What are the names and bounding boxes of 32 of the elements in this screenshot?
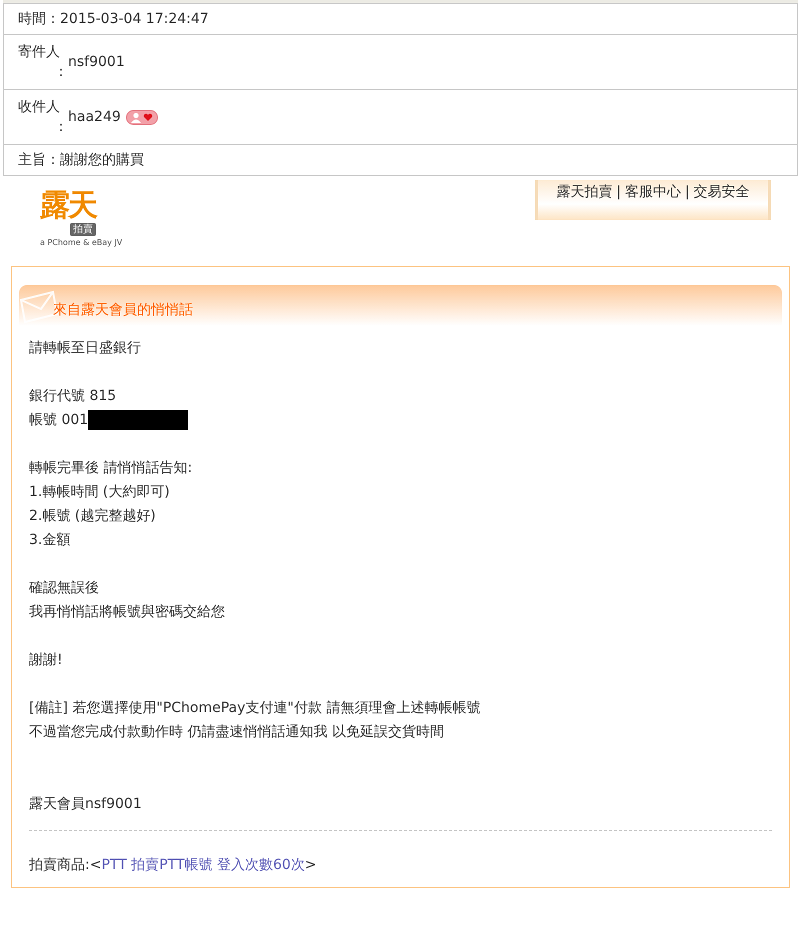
field-value: nsf9001 <box>68 53 125 71</box>
item-line: 拍賣商品:<PTT 拍賣PTT帳號 登入次數60次> <box>29 856 318 875</box>
nav-separator: | <box>685 184 690 200</box>
item-link[interactable]: PTT 拍賣PTT帳號 登入次數60次 <box>101 857 305 873</box>
message-line: 確認無誤後 <box>29 579 99 598</box>
nav-link[interactable]: 露天拍賣 <box>556 184 612 200</box>
message-line: 1.轉帳時間 (大約即可) <box>29 483 170 502</box>
logo-tag: 拍賣 <box>70 223 96 236</box>
field-label: 主旨： <box>18 151 60 169</box>
message-line: 2.帳號 (越完整越好) <box>29 507 156 526</box>
message-line: 銀行代號 815 <box>29 387 116 406</box>
field-value: 2015-03-04 17:24:47 <box>60 10 209 28</box>
field-label: 收件人： <box>18 98 68 137</box>
message-line: 帳號 001 <box>29 411 88 430</box>
logo-tagline: a PChome & eBay JV <box>40 238 122 247</box>
message-line: 3.金額 <box>29 531 70 550</box>
field-value: haa249 <box>68 108 121 126</box>
signature: 露天會員nsf9001 <box>29 795 143 814</box>
field-label: 寄件人： <box>18 43 68 82</box>
nav-separator: | <box>616 184 621 200</box>
message-line: 不過當您完成付款動作時 仍請盡速悄悄話通知我 以免延誤交貨時間 <box>29 723 444 742</box>
message-line: 請轉帳至日盛銀行 <box>29 339 141 358</box>
message-line: 謝謝! <box>29 651 63 670</box>
field-value: 謝謝您的購買 <box>60 151 144 169</box>
message-line: 我再悄悄話將帳號與密碼交給您 <box>29 603 225 622</box>
message-line: 轉帳完畢後 請悄悄話告知: <box>29 459 192 478</box>
logo-name: 露天 <box>40 190 96 222</box>
message-title: 來自露天會員的悄悄話 <box>53 300 193 318</box>
nav-link[interactable]: 客服中心 <box>625 184 681 200</box>
field-label: 時間： <box>18 10 60 28</box>
nav-link[interactable]: 交易安全 <box>694 184 750 200</box>
message-line: [備註] 若您選擇使用"PChomePay支付連"付款 請無須理會上述轉帳帳號 <box>29 699 480 718</box>
